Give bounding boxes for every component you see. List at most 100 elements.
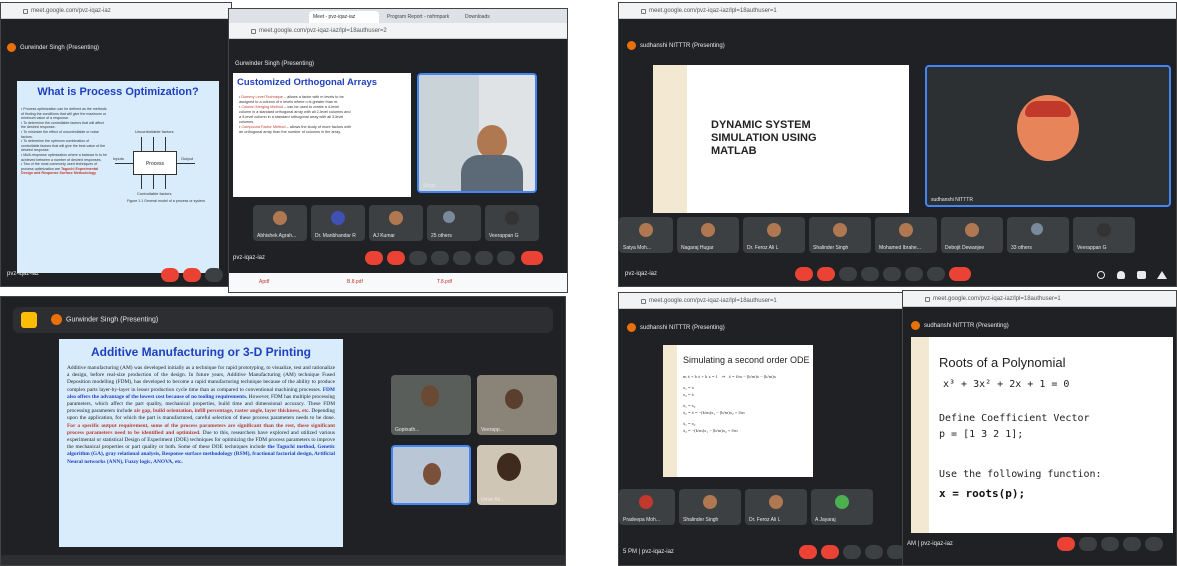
speaker-name: sudhanshi NITTTR: [931, 197, 973, 203]
tab-program-report[interactable]: Program Report - nsfrmpark: [383, 11, 457, 23]
download-item-2[interactable]: T.8.pdf: [437, 279, 452, 285]
participant-tile-6[interactable]: 33 others: [1007, 217, 1069, 253]
participant-tile-1[interactable]: Nagaraj Hugar: [677, 217, 739, 253]
captions-button[interactable]: [1101, 537, 1119, 551]
participant-tile-2[interactable]: Dr. Feroz Ali L: [745, 489, 807, 525]
mic-off-button[interactable]: [365, 251, 383, 265]
lock-icon: [641, 298, 646, 304]
info-icon[interactable]: [1097, 271, 1105, 279]
raise-hand-button[interactable]: [475, 251, 493, 265]
raise-hand-button[interactable]: [905, 267, 923, 281]
emoji-button[interactable]: [1123, 537, 1141, 551]
captions-button[interactable]: [843, 545, 861, 559]
mic-off-button[interactable]: [795, 267, 813, 281]
tab-strip: Meet - pvz-iqaz-iaz Program Report - nsf…: [229, 9, 567, 23]
participant-strip: Satya Moh... Nagaraj Hugar Dr. Feroz Ali…: [619, 217, 1176, 257]
participant-tile-2[interactable]: Dr. Feroz Ali L: [743, 217, 805, 253]
address-bar[interactable]: meet.google.com/pvz-iqaz-iaz: [1, 3, 231, 19]
present-button[interactable]: [1145, 537, 1163, 551]
slide-title: Additive Manufacturing or 3-D Printing: [90, 345, 311, 359]
speaker-tile[interactable]: Singh: [417, 73, 537, 193]
mic-off-button[interactable]: [799, 545, 817, 559]
participant-tile-0[interactable]: Pradeepa Moh...: [619, 489, 675, 525]
camera-off-button[interactable]: [387, 251, 405, 265]
chat-icon[interactable]: [1137, 271, 1146, 279]
slide-body: Additive manufacturing (AM) was develope…: [67, 365, 335, 465]
leave-call-button[interactable]: [521, 251, 543, 265]
slide-title: Roots of a Polynomial: [939, 355, 1066, 370]
participant-tile-2[interactable]: Umar Ah...: [477, 445, 557, 505]
address-bar[interactable]: meet.google.com/pvz-iqaz-iaz/lpl=18authu…: [619, 3, 1176, 19]
participant-tile-0[interactable]: Gopinath...: [391, 375, 471, 435]
presenter-label: sudhanshi NITTTR (Presenting): [627, 323, 725, 332]
shared-slide: Customized Orthogonal Arrays • Dummy Lev…: [233, 73, 411, 197]
camera-off-button[interactable]: [183, 268, 201, 282]
slide-bullets: • Process optimization can be defined as…: [21, 107, 107, 176]
download-item-1[interactable]: B.8.pdf: [347, 279, 363, 285]
meeting-code: pvz-iqaz-iaz: [625, 271, 658, 277]
participant-tile-7[interactable]: Veerappan G: [1073, 217, 1135, 253]
presenter-label: Gurwinder Singh (Presenting): [51, 314, 158, 325]
tab-downloads[interactable]: Downloads: [461, 11, 521, 23]
address-bar[interactable]: meet.google.com/pvz-iqaz-iaz/lpl=18authu…: [229, 23, 567, 39]
download-item-0[interactable]: Apdf: [259, 279, 269, 285]
captions-button[interactable]: [205, 268, 223, 282]
polynomial-equation: x³ + 3x² + 2x + 1 = 0: [943, 379, 1070, 390]
participant-tile-active[interactable]: [391, 445, 471, 505]
presenter-icon: [51, 314, 62, 325]
diagram-bottom-label: Controllable factors: [137, 191, 172, 196]
camera-off-button[interactable]: [821, 545, 839, 559]
participant-tile-5[interactable]: Debojit Dewanjee: [941, 217, 1003, 253]
activities-icon[interactable]: [1157, 271, 1167, 279]
emoji-button[interactable]: [865, 545, 883, 559]
more-options-button[interactable]: [927, 267, 945, 281]
participant-tile-3[interactable]: A Jayaraj: [811, 489, 873, 525]
present-button[interactable]: [453, 251, 471, 265]
participant-tile-4[interactable]: Veerappan G: [485, 205, 539, 241]
presenter-label: Gurwinder Singh (Presenting): [7, 43, 99, 52]
shared-slide: What is Process Optimization? • Process …: [17, 81, 219, 273]
participant-tile-1[interactable]: Veerapp...: [477, 375, 557, 435]
participant-tile-1[interactable]: Dr. Manbhandar R: [311, 205, 365, 241]
camera-button[interactable]: [1079, 537, 1097, 551]
participant-tile-1[interactable]: Shalinder Singh: [679, 489, 741, 525]
shared-slide: Additive Manufacturing or 3-D Printing A…: [59, 339, 343, 547]
speaker-tile[interactable]: sudhanshi NITTTR: [925, 65, 1171, 207]
captions-button[interactable]: [839, 267, 857, 281]
leave-call-button[interactable]: [949, 267, 971, 281]
address-bar[interactable]: meet.google.com/pvz-iqaz-iaz/lpl=18authu…: [903, 291, 1176, 307]
address-bar[interactable]: meet.google.com/pvz-iqaz-iaz/lpl=18authu…: [619, 293, 917, 309]
diagram-top-label: Uncontrollable factors: [135, 129, 174, 134]
emoji-button[interactable]: [431, 251, 449, 265]
speaker-avatar: [477, 125, 507, 159]
bottom-strip: [1, 555, 565, 565]
meet-header: Gurwinder Singh (Presenting): [13, 307, 553, 333]
captions-button[interactable]: [409, 251, 427, 265]
participant-tile-0[interactable]: Abhishek Agrah...: [253, 205, 307, 241]
emoji-button[interactable]: [861, 267, 879, 281]
participant-tile-3[interactable]: 25 others: [427, 205, 481, 241]
mic-off-button[interactable]: [161, 268, 179, 282]
methods-text: Taguchi Experimental Design and Response…: [21, 166, 99, 176]
mic-off-button[interactable]: [1057, 537, 1075, 551]
participant-tile-0[interactable]: Satya Moh...: [619, 217, 673, 253]
screenshot-additive-manufacturing: Gurwinder Singh (Presenting) Additive Ma…: [0, 296, 566, 566]
shared-slide: Roots of a Polynomial x³ + 3x² + 2x + 1 …: [911, 337, 1173, 533]
activity-icon[interactable]: [21, 312, 37, 328]
camera-off-button[interactable]: [817, 267, 835, 281]
tab-meet[interactable]: Meet - pvz-iqaz-iaz: [309, 11, 379, 23]
presenter-label: sudhanshi NITTTR (Presenting): [627, 41, 725, 50]
presenter-label: Gurwinder Singh (Presenting): [235, 61, 315, 67]
participant-tile-2[interactable]: AJ Kumar: [369, 205, 423, 241]
shared-slide: Simulating a second order ODE m ẍ + b ẋ …: [663, 345, 813, 477]
meeting-code: pvz-iqaz-iaz: [7, 271, 40, 277]
people-icon[interactable]: [1117, 271, 1125, 279]
participant-tile-4[interactable]: Mohamed Ibrahe...: [875, 217, 937, 253]
diagram-output-label: Output: [181, 156, 194, 161]
more-options-button[interactable]: [497, 251, 515, 265]
present-button[interactable]: [883, 267, 901, 281]
use-function-text: Use the following function:: [939, 469, 1102, 480]
diagram-caption: Figure 1.1 General model of a process or…: [127, 199, 206, 203]
participant-tile-3[interactable]: Shalinder Singh: [809, 217, 871, 253]
ode-equations: m ẍ + b ẋ + k x = f ⇒ ẍ = f/m − (b/m)ẋ −…: [683, 374, 776, 433]
